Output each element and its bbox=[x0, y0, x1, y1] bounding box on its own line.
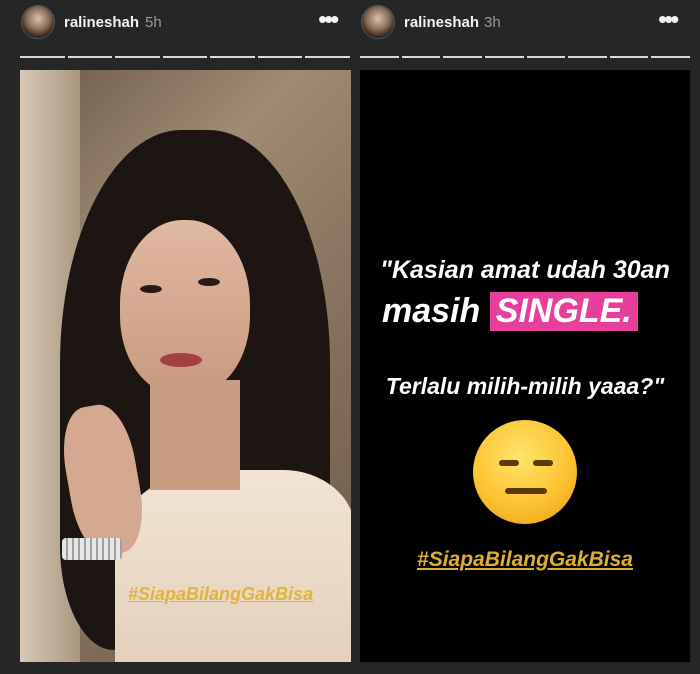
story-progress-bar bbox=[20, 56, 351, 58]
quote-line-3: Terlalu milih-milih yaaa?" bbox=[385, 373, 665, 399]
wristwatch bbox=[62, 538, 122, 560]
story-panel-right[interactable]: ralineshah 3h ••• "Kasian amat udah 30an… bbox=[352, 0, 700, 674]
story-panel-left[interactable]: ralineshah 5h ••• #SiapaBilangGakBisa bbox=[0, 0, 352, 674]
story-progress-bar bbox=[360, 56, 690, 58]
avatar[interactable] bbox=[362, 6, 394, 38]
username[interactable]: ralineshah bbox=[64, 14, 139, 31]
hashtag-sticker[interactable]: #SiapaBilangGakBisa bbox=[128, 584, 313, 605]
quote-line-1: "Kasian amat udah 30an bbox=[380, 256, 670, 284]
username[interactable]: ralineshah bbox=[404, 14, 479, 31]
more-options-icon[interactable]: ••• bbox=[318, 4, 339, 34]
expressionless-face-icon bbox=[473, 420, 577, 524]
avatar[interactable] bbox=[22, 6, 54, 38]
hashtag-sticker[interactable]: #SiapaBilangGakBisa bbox=[360, 548, 690, 572]
story-photo: #SiapaBilangGakBisa bbox=[20, 70, 351, 662]
post-time: 3h bbox=[484, 14, 501, 31]
single-highlight: SINGLE. bbox=[489, 292, 638, 331]
quote-line-2-prefix: masih bbox=[382, 292, 490, 330]
post-time: 5h bbox=[145, 14, 162, 31]
quote-line-2: masih SINGLE. bbox=[382, 292, 690, 331]
more-options-icon[interactable]: ••• bbox=[658, 4, 679, 34]
story-text-card: "Kasian amat udah 30an masih SINGLE. Ter… bbox=[360, 70, 690, 662]
story-header: ralineshah 5h ••• bbox=[0, 0, 352, 50]
story-header: ralineshah 3h ••• bbox=[352, 0, 700, 50]
